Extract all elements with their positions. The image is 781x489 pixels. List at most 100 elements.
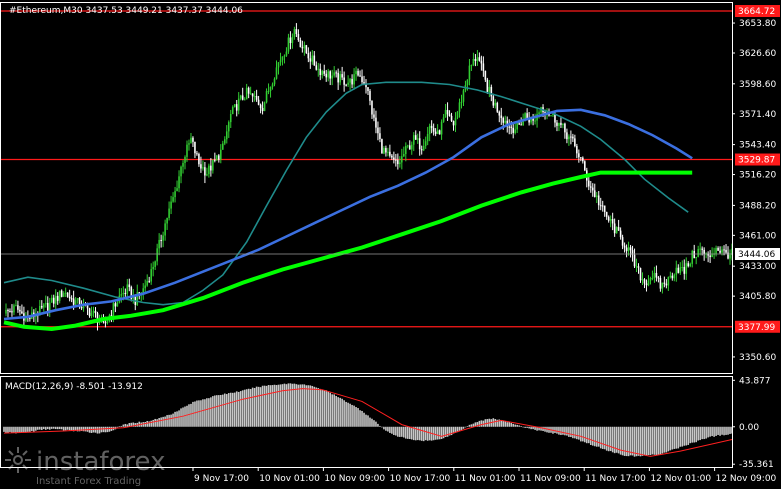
macd-bar — [464, 426, 467, 428]
macd-bar — [564, 426, 566, 436]
candle-body — [305, 45, 308, 53]
candle-body — [385, 148, 387, 153]
price-tick-label-8: 3433.00 — [739, 262, 776, 272]
price-tick-label-3: 3571.40 — [739, 110, 776, 120]
macd-bar — [353, 405, 355, 427]
candle-body — [331, 75, 333, 79]
candle-body — [88, 308, 91, 316]
candle-body — [192, 137, 194, 142]
macd-bar — [685, 426, 688, 446]
candle-body — [269, 86, 272, 91]
candle-body — [446, 109, 449, 115]
macd-bar — [719, 426, 721, 436]
candle-body — [391, 155, 393, 158]
macd-bar — [39, 426, 41, 430]
candle-body — [582, 157, 584, 162]
time-tick-label-2: 10 Nov 09:00 — [324, 474, 385, 484]
candle-body — [261, 107, 264, 112]
candle-body — [40, 305, 43, 308]
level-tag-label-2: 3377.99 — [738, 323, 775, 333]
macd-bar — [192, 401, 194, 427]
macd-bar — [675, 426, 678, 449]
macd-bar — [188, 404, 190, 427]
macd-bar — [586, 426, 588, 444]
candle-body — [725, 249, 727, 253]
macd-bar — [307, 385, 310, 427]
macd-bar — [218, 395, 220, 427]
candle-body — [673, 274, 676, 279]
candle-body — [655, 272, 658, 278]
macd-bar — [168, 414, 170, 427]
macd-bar — [327, 391, 330, 427]
candle-body — [19, 309, 21, 312]
macd-bar — [671, 426, 674, 450]
candle-body — [29, 317, 31, 319]
macd-bar — [154, 418, 156, 427]
macd-bar — [3, 426, 5, 432]
candle-body — [233, 104, 236, 107]
macd-bar — [460, 426, 463, 430]
macd-bar — [426, 426, 429, 441]
macd-bar — [595, 426, 598, 447]
macd-bar — [705, 426, 707, 439]
candle-body — [647, 280, 650, 286]
macd-bar — [566, 426, 568, 436]
price-tick-label-1: 3626.60 — [739, 49, 776, 59]
macd-bar — [683, 426, 686, 446]
macd-bar — [337, 397, 339, 427]
macd-bar — [255, 386, 258, 427]
macd-bar — [17, 426, 19, 433]
candle-body — [62, 293, 65, 297]
candle-body — [711, 254, 713, 258]
candle-body — [723, 249, 725, 251]
candle-body — [315, 65, 318, 70]
candle-body — [70, 298, 73, 300]
candle-body — [359, 75, 361, 77]
candle-body — [373, 114, 375, 118]
candle-body — [166, 217, 168, 224]
candle-body — [683, 267, 686, 274]
macd-bar — [587, 426, 590, 444]
macd-bar — [102, 426, 105, 433]
macd-bar — [52, 426, 55, 429]
candle — [305, 44, 308, 54]
macd-bar — [707, 426, 709, 438]
candle-body — [379, 133, 381, 140]
candle-body — [399, 162, 401, 165]
candle-body — [556, 122, 558, 126]
candle-body — [452, 120, 455, 126]
macd-bar — [514, 424, 516, 427]
macd-bar — [241, 390, 244, 427]
candle-body — [367, 87, 369, 91]
macd-bar — [391, 426, 393, 434]
candle-body — [420, 149, 423, 151]
candle-body — [64, 292, 67, 294]
candle-body — [277, 62, 280, 68]
macd-bar — [661, 426, 664, 454]
candle-body — [619, 230, 622, 238]
candle-body — [271, 84, 274, 87]
macd-bar — [245, 389, 248, 427]
candle-body — [106, 320, 109, 324]
candle-body — [691, 251, 694, 264]
macd-bar — [401, 426, 403, 437]
candle-body — [599, 205, 602, 207]
macd-bar — [484, 419, 487, 427]
candle-body — [303, 45, 306, 49]
candle-body — [450, 115, 453, 121]
macd-bar — [299, 384, 302, 427]
candle-body — [709, 255, 711, 258]
candle-body — [112, 303, 115, 316]
macd-bar — [458, 426, 461, 431]
macd-bar — [516, 424, 518, 427]
macd-bar — [152, 419, 154, 427]
macd-bar — [301, 384, 304, 427]
macd-bar — [387, 426, 389, 432]
macd-bar — [611, 426, 614, 453]
macd-bar — [715, 426, 717, 436]
candle-body — [345, 84, 347, 86]
candle-body — [74, 300, 77, 305]
macd-bar — [239, 391, 242, 427]
candle-body — [448, 114, 451, 116]
candle-body — [514, 129, 516, 133]
